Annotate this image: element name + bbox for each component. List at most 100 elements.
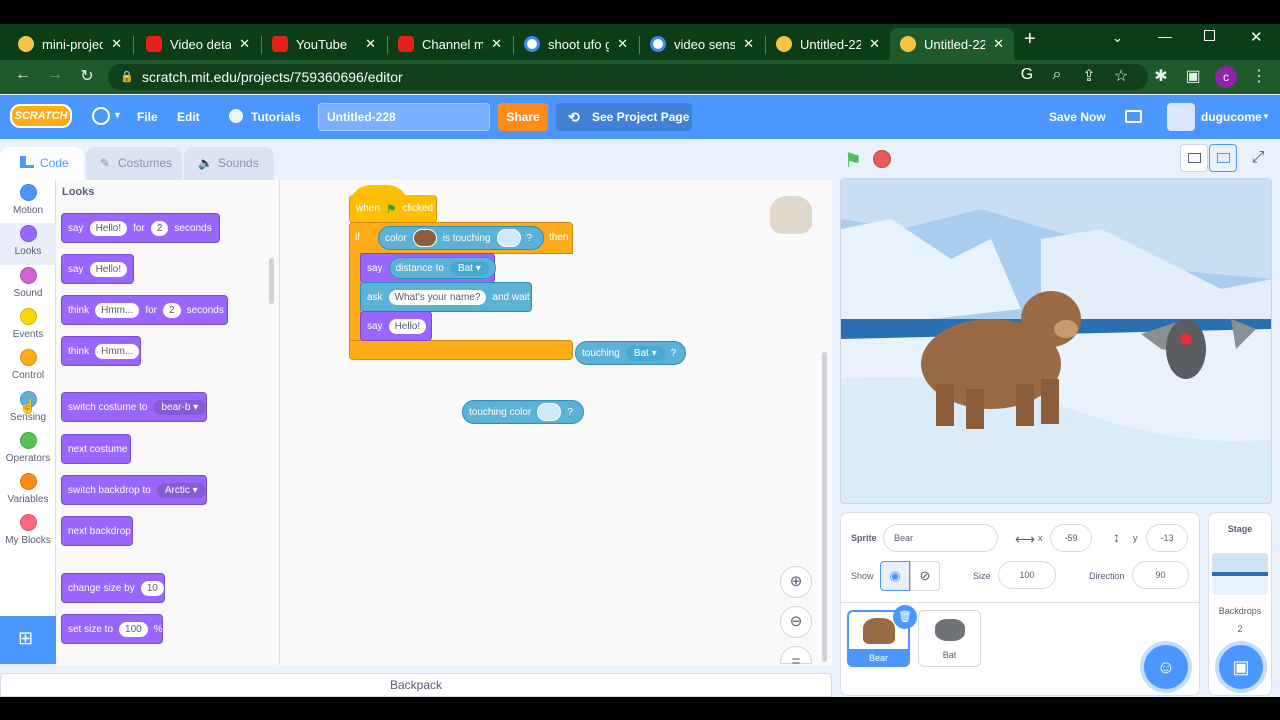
think-for-seconds-block[interactable]: think Hmm... for 2 seconds bbox=[61, 295, 228, 325]
next-backdrop-block[interactable]: next backdrop bbox=[61, 516, 133, 546]
green-flag-icon[interactable]: ⚑ bbox=[844, 148, 862, 173]
close-tab-icon[interactable]: ✕ bbox=[869, 36, 880, 52]
category-sound[interactable]: Sound bbox=[0, 266, 56, 299]
stage-canvas[interactable] bbox=[840, 178, 1272, 504]
switch-backdrop-block[interactable]: switch backdrop to Arctic ▾ bbox=[61, 475, 207, 505]
show-visible-eye-icon[interactable]: ◉ bbox=[880, 561, 910, 591]
think-block[interactable]: think Hmm... bbox=[61, 336, 141, 366]
close-tab-icon[interactable]: ✕ bbox=[111, 36, 122, 52]
zoom-in-button[interactable]: ⊕ bbox=[780, 566, 812, 598]
close-tab-icon[interactable]: ✕ bbox=[743, 36, 754, 52]
when-flag-clicked-block[interactable]: when ⚑ clicked bbox=[349, 195, 437, 223]
category-motion[interactable]: Motion bbox=[0, 184, 56, 216]
browser-tab[interactable]: mini-projec ✕ bbox=[8, 28, 132, 60]
backdrop-dropdown[interactable]: Arctic ▾ bbox=[156, 482, 206, 498]
tab-costumes[interactable]: ✎ Costumes bbox=[86, 147, 182, 181]
google-lens-icon[interactable]: G bbox=[1016, 66, 1038, 84]
say-block[interactable]: say Hello! bbox=[61, 254, 134, 284]
number-input[interactable]: 2 bbox=[163, 302, 181, 318]
scratch-logo[interactable]: SCRATCH bbox=[10, 104, 72, 128]
category-events[interactable]: Events bbox=[0, 307, 56, 340]
say-distance-block[interactable]: say distance to Bat ▾ bbox=[360, 253, 496, 283]
tab-sounds[interactable]: 🔈 Sounds bbox=[184, 147, 274, 181]
costume-dropdown[interactable]: bear-b ▾ bbox=[153, 399, 207, 415]
color-is-touching-block[interactable]: color is touching? bbox=[378, 226, 544, 250]
user-avatar[interactable] bbox=[1167, 103, 1195, 131]
category-my-blocks[interactable]: My Blocks bbox=[0, 514, 56, 546]
my-stuff-folder-icon[interactable] bbox=[1125, 110, 1142, 123]
close-tab-icon[interactable]: ✕ bbox=[617, 36, 628, 52]
reload-icon[interactable]: ↻ bbox=[76, 66, 98, 86]
palette-scrollbar[interactable] bbox=[269, 258, 274, 304]
category-operators[interactable]: Operators bbox=[0, 431, 56, 464]
backpack[interactable]: Backpack bbox=[0, 673, 832, 697]
stage-backdrop-thumbnail[interactable] bbox=[1212, 553, 1268, 595]
back-icon[interactable]: ← bbox=[12, 66, 34, 84]
touching-target-dropdown[interactable]: Bat ▾ bbox=[625, 345, 665, 361]
text-input[interactable]: Hello! bbox=[388, 318, 427, 334]
tutorials-menu[interactable]: Tutorials bbox=[251, 95, 301, 139]
category-control[interactable]: Control bbox=[0, 349, 56, 381]
text-input[interactable]: Hmm... bbox=[95, 343, 140, 359]
new-tab-icon[interactable]: + bbox=[1024, 28, 1036, 51]
forward-icon[interactable]: → bbox=[44, 66, 66, 84]
close-window-icon[interactable]: ✕ bbox=[1250, 28, 1263, 46]
edit-menu[interactable]: Edit bbox=[177, 95, 200, 139]
browser-tab-active[interactable]: Untitled-22 ✕ bbox=[890, 28, 1014, 60]
browser-tab[interactable]: video sensi ✕ bbox=[640, 28, 764, 60]
script-scrollbar[interactable] bbox=[822, 352, 827, 662]
category-looks[interactable]: Looks bbox=[0, 225, 56, 257]
sprite-name-input[interactable]: Bear bbox=[883, 524, 998, 552]
choose-backdrop-button[interactable]: ▣ bbox=[1219, 645, 1263, 689]
stop-icon[interactable] bbox=[873, 150, 891, 168]
distance-target-dropdown[interactable]: Bat ▾ bbox=[449, 260, 489, 276]
change-size-block[interactable]: change size by 10 bbox=[61, 573, 165, 603]
close-tab-icon[interactable]: ✕ bbox=[365, 36, 376, 52]
profile-avatar[interactable]: c bbox=[1215, 66, 1237, 88]
close-tab-icon[interactable]: ✕ bbox=[993, 36, 1004, 52]
bookmark-star-icon[interactable]: ☆ bbox=[1110, 66, 1132, 86]
y-input[interactable]: -13 bbox=[1146, 524, 1188, 552]
language-globe-icon[interactable] bbox=[92, 107, 110, 125]
username-menu[interactable]: dugucome bbox=[1201, 95, 1262, 139]
choose-sprite-button[interactable]: ☺ bbox=[1144, 645, 1188, 689]
restore-icon[interactable] bbox=[1204, 30, 1215, 41]
file-menu[interactable]: File bbox=[137, 95, 158, 139]
number-input[interactable]: 10 bbox=[140, 580, 164, 596]
touching-color-block[interactable]: touching color? bbox=[462, 400, 584, 424]
side-panel-icon[interactable]: ▣ bbox=[1182, 66, 1204, 86]
save-now-button[interactable]: Save Now bbox=[1049, 95, 1106, 139]
color-swatch-3[interactable] bbox=[537, 403, 562, 421]
small-stage-button[interactable] bbox=[1180, 144, 1208, 172]
color-swatch-1[interactable] bbox=[412, 229, 437, 247]
hide-eye-icon[interactable]: ⊘ bbox=[910, 561, 940, 591]
close-tab-icon[interactable]: ✕ bbox=[239, 36, 250, 52]
text-input[interactable]: Hello! bbox=[89, 261, 128, 277]
browser-tab[interactable]: Untitled-22 ✕ bbox=[766, 28, 890, 60]
add-extension-button[interactable]: ⊞ bbox=[0, 616, 56, 664]
direction-input[interactable]: 90 bbox=[1132, 561, 1189, 589]
distance-to-block[interactable]: distance to Bat ▾ bbox=[388, 257, 496, 279]
close-tab-icon[interactable]: ✕ bbox=[491, 36, 502, 52]
category-variables[interactable]: Variables bbox=[0, 473, 56, 505]
touching-block[interactable]: touching Bat ▾? bbox=[575, 341, 686, 365]
browser-tab[interactable]: shoot ufo g ✕ bbox=[514, 28, 638, 60]
normal-stage-button[interactable] bbox=[1209, 144, 1237, 172]
switch-costume-block[interactable]: switch costume to bear-b ▾ bbox=[61, 392, 207, 422]
share-icon[interactable]: ⇪ bbox=[1078, 66, 1100, 86]
set-size-block[interactable]: set size to 100% bbox=[61, 614, 163, 644]
number-input[interactable]: 100 bbox=[119, 621, 148, 637]
tab-code[interactable]: Code bbox=[0, 147, 84, 181]
minimize-icon[interactable]: — bbox=[1158, 28, 1172, 44]
project-title-input[interactable]: Untitled-228 bbox=[318, 103, 490, 131]
next-costume-block[interactable]: next costume bbox=[61, 434, 131, 464]
number-input[interactable]: 2 bbox=[150, 220, 169, 236]
text-input[interactable]: Hello! bbox=[89, 220, 128, 236]
browser-tab[interactable]: Video detai ✕ bbox=[136, 28, 260, 60]
see-project-page-button[interactable]: ⟲ See Project Page bbox=[556, 103, 692, 131]
say-hello-block[interactable]: say Hello! bbox=[360, 311, 432, 341]
zoom-out-button[interactable]: ⊖ bbox=[780, 606, 812, 638]
tab-search-icon[interactable]: ⌄ bbox=[1112, 30, 1123, 46]
fullscreen-icon[interactable]: ⤢ bbox=[1244, 144, 1272, 172]
sprite-thumb-bat[interactable]: Bat bbox=[918, 610, 981, 667]
